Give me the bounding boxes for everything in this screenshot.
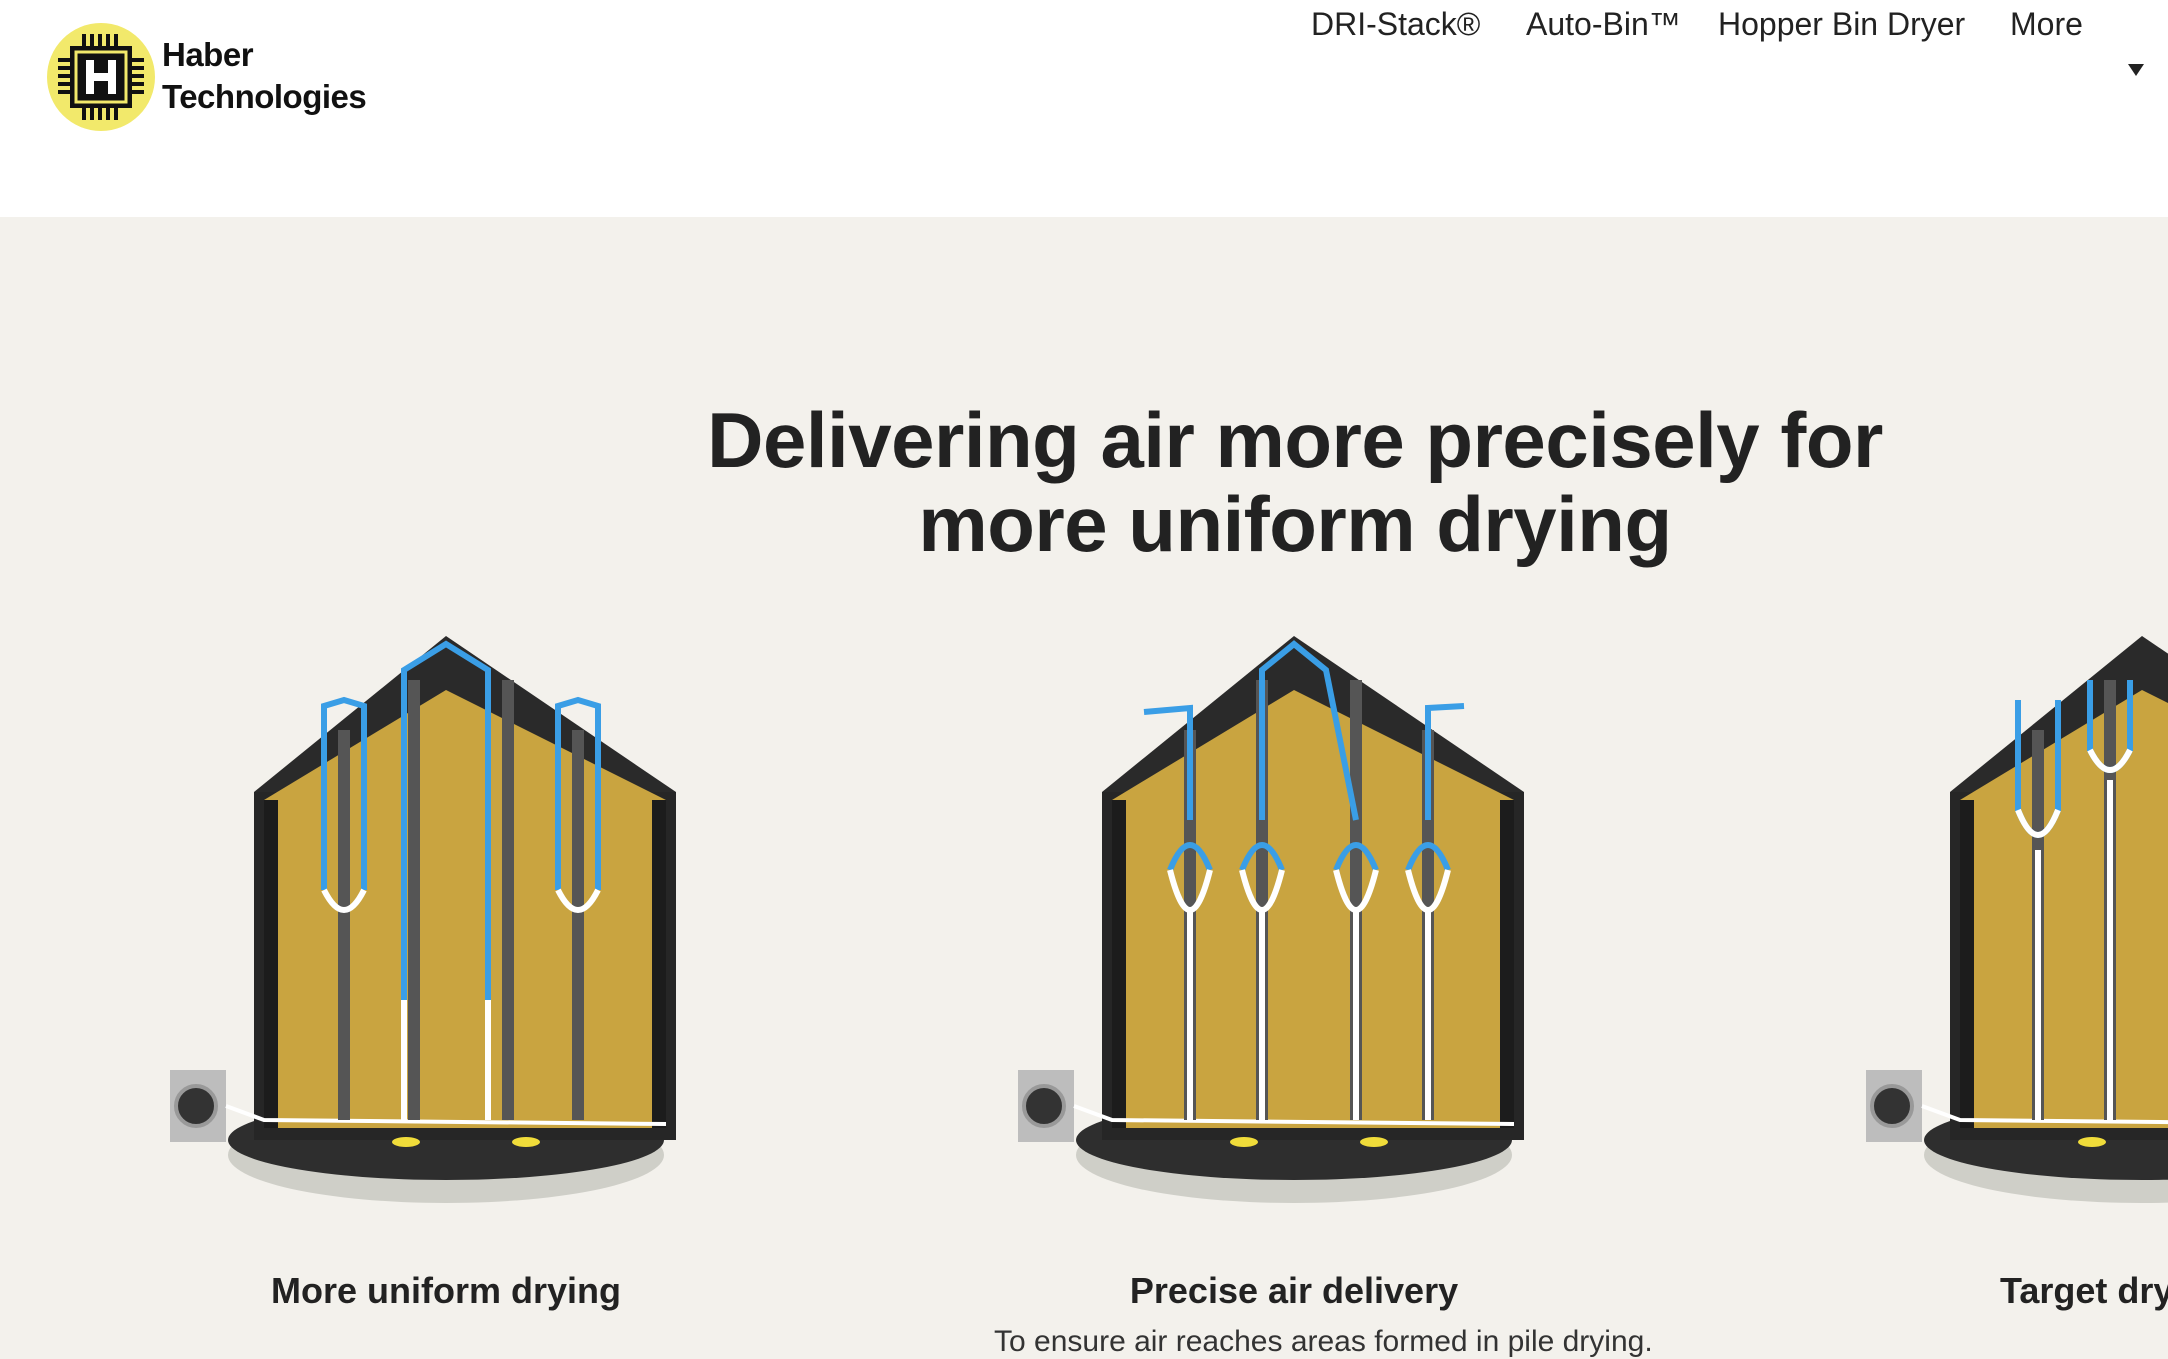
h-chip-logo-icon (47, 23, 155, 131)
grain-bin-cutaway-image (1018, 636, 1524, 1203)
brand-name-line1: Haber (162, 36, 254, 73)
nav-item-hopper-bin-dryer[interactable]: Hopper Bin Dryer (1718, 0, 1965, 48)
feature-card-target-dry: Target dry (1842, 620, 2168, 1320)
brand-name-line2: Technologies (162, 78, 367, 115)
feature-title: Target dry (2000, 1270, 2168, 1311)
site-header: Haber Technologies DRI-Stack® Auto-Bin™ … (0, 0, 2168, 217)
nav-item-dri-stack[interactable]: DRI-Stack® (1311, 0, 1480, 48)
nav-item-more[interactable]: More (2010, 0, 2083, 48)
hero-title: Delivering air more precisely for more u… (707, 396, 1883, 568)
feature-title: More uniform drying (271, 1270, 621, 1311)
grain-bin-cutaway-image (1866, 636, 2168, 1203)
grain-bin-cutaway-image (170, 636, 676, 1203)
feature-title: Precise air delivery (1129, 1270, 1459, 1311)
feature-body: To ensure air reaches areas formed in pi… (994, 1325, 1653, 1358)
nav-item-auto-bin[interactable]: Auto-Bin™ (1526, 0, 1681, 48)
brand-logo[interactable]: Haber Technologies (46, 22, 386, 134)
caret-down-icon[interactable] (2128, 64, 2144, 76)
brand-name: Haber Technologies (162, 34, 367, 118)
